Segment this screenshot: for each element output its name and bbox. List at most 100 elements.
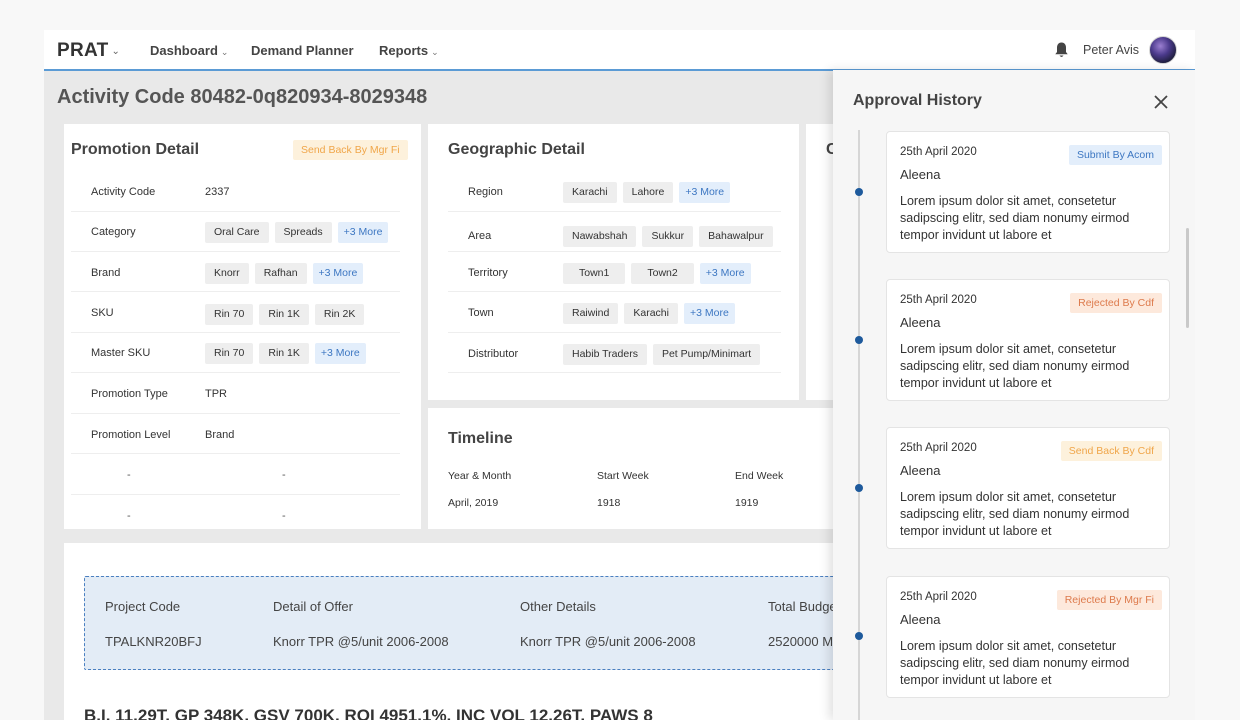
detail-row: Region Karachi Lahore +3 More — [448, 172, 781, 212]
history-card: 25th April 2020 Submit By Acom Aleena Lo… — [886, 131, 1170, 253]
other-details-value: Knorr TPR @5/unit 2006-2008 — [520, 634, 696, 649]
more-chip-button[interactable]: +3 More — [683, 303, 735, 324]
history-name: Aleena — [900, 167, 941, 182]
logo-text: PRAT — [57, 40, 109, 61]
chip: Nawabshah — [563, 226, 637, 247]
chip: Rin 70 — [205, 343, 254, 364]
chip: Oral Care — [205, 222, 269, 243]
chip: Town1 — [563, 263, 626, 284]
history-date: 25th April 2020 — [900, 442, 977, 454]
chip: Sukkur — [642, 226, 694, 247]
chip-group: Habib Traders Pet Pump/Minimart — [563, 344, 766, 365]
row-label: Activity Code — [91, 186, 156, 198]
history-card: 25th April 2020 Rejected By Mgr Fi Aleen… — [886, 576, 1170, 698]
approval-history-panel: Approval History 25th April 2020 Submit … — [833, 70, 1195, 720]
status-badge: Rejected By Cdf — [1070, 293, 1162, 313]
geographic-detail-card: Geographic Detail Region Karachi Lahore +3… — [428, 124, 799, 400]
top-nav: PRAT ⌄ Dashboard ⌄ Demand Planner Reports ⌄… — [44, 30, 1195, 71]
detail-row: SKU Rin 70 Rin 1K Rin 2K — [71, 293, 400, 333]
app-logo[interactable]: PRAT ⌄ — [57, 40, 120, 62]
chip: Habib Traders — [563, 344, 647, 365]
timeline-dot — [855, 484, 863, 492]
empty-value: - — [127, 469, 131, 481]
timeline-start-week: 1918 — [597, 497, 621, 509]
app-frame: PRAT ⌄ Dashboard ⌄ Demand Planner Reports ⌄… — [44, 30, 1195, 720]
timeline-dot — [855, 632, 863, 640]
scrollbar[interactable] — [1186, 228, 1189, 328]
chip-group: Nawabshah Sukkur Bahawalpur — [563, 226, 779, 247]
timeline-header-end-week: End Week — [735, 470, 784, 482]
chip-group: Karachi Lahore +3 More — [563, 182, 731, 203]
chip: Lahore — [622, 182, 674, 203]
history-date: 25th April 2020 — [900, 146, 977, 158]
row-label: Promotion Level — [91, 429, 171, 441]
detail-row: Distributor Habib Traders Pet Pump/Minima… — [448, 333, 781, 373]
chip-group: Knorr Rafhan +3 More — [205, 263, 364, 284]
metrics-summary: B.I. 11.29T, GP 348K, GSV 700K, ROI 4951… — [84, 706, 653, 720]
row-value: TPR — [205, 388, 227, 400]
project-header: Project Code — [105, 599, 181, 614]
close-icon[interactable] — [1151, 92, 1171, 112]
history-comment: Lorem ipsum dolor sit amet, consetetur s… — [900, 639, 1130, 687]
chip: Pet Pump/Minimart — [652, 344, 761, 365]
project-summary-box: Project Code Detail of Offer Other Detai… — [84, 576, 864, 670]
timeline-title: Timeline — [448, 430, 513, 447]
timeline-end-week: 1919 — [735, 497, 759, 509]
history-comment: Lorem ipsum dolor sit amet, consetetur s… — [900, 342, 1130, 390]
row-label: Master SKU — [91, 347, 151, 359]
user-name[interactable]: Peter Avis — [1083, 43, 1139, 57]
detail-row: Territory Town1 Town2 +3 More — [448, 252, 781, 292]
history-name: Aleena — [900, 612, 941, 627]
row-label: Promotion Type — [91, 388, 168, 400]
detail-row: - - — [71, 455, 400, 495]
empty-value: - — [282, 469, 286, 481]
row-label: Area — [468, 230, 492, 242]
geographic-detail-title: Geographic Detail — [448, 141, 585, 158]
chip: Raiwind — [563, 303, 619, 324]
timeline-year-month: April, 2019 — [448, 497, 499, 509]
more-chip-button[interactable]: +3 More — [679, 182, 731, 203]
page-title: Activity Code 80482-0q820934-8029348 — [57, 86, 428, 108]
chevron-down-icon: ⌄ — [220, 47, 229, 57]
timeline-header-year-month: Year & Month — [448, 470, 512, 482]
row-label: Town — [468, 307, 494, 319]
more-chip-button[interactable]: +3 More — [312, 263, 364, 284]
history-card: 25th April 2020 Send Back By Cdf Aleena … — [886, 427, 1170, 549]
history-name: Aleena — [900, 315, 941, 330]
detail-of-offer-value: Knorr TPR @5/unit 2006-2008 — [273, 634, 449, 649]
history-date: 25th April 2020 — [900, 591, 977, 603]
avatar[interactable] — [1149, 36, 1177, 64]
project-header: Other Details — [520, 599, 596, 614]
timeline-header-start-week: Start Week — [597, 470, 649, 482]
chip: Bahawalpur — [699, 226, 773, 247]
nav-demand-planner[interactable]: Demand Planner — [251, 43, 354, 58]
more-chip-button[interactable]: +3 More — [314, 343, 366, 364]
row-label: Territory — [468, 267, 508, 279]
chip-group: Oral Care Spreads +3 More — [205, 222, 389, 243]
approval-history-title: Approval History — [853, 92, 982, 109]
chip-group: Raiwind Karachi +3 More — [563, 303, 735, 324]
promotion-detail-title: Promotion Detail — [71, 141, 200, 158]
nav-dashboard[interactable]: Dashboard ⌄ — [150, 43, 228, 58]
chip: Rin 1K — [259, 343, 309, 364]
timeline-dot — [855, 188, 863, 196]
detail-row: Area Nawabshah Sukkur Bahawalpur — [448, 212, 781, 252]
more-chip-button[interactable]: +3 More — [699, 263, 751, 284]
bell-icon[interactable] — [1053, 41, 1070, 59]
row-label: Brand — [91, 267, 121, 279]
more-chip-button[interactable]: +3 More — [337, 222, 389, 243]
row-label: Distributor — [468, 348, 519, 360]
chip: Karachi — [624, 303, 678, 324]
chevron-down-icon: ⌄ — [111, 46, 121, 57]
promotion-detail-card: Promotion Detail Send Back By Mgr Fi Act… — [64, 124, 421, 529]
detail-row: Master SKU Rin 70 Rin 1K +3 More — [71, 333, 400, 373]
nav-reports[interactable]: Reports ⌄ — [379, 43, 439, 58]
chip: Town2 — [631, 263, 694, 284]
history-comment: Lorem ipsum dolor sit amet, consetetur s… — [900, 194, 1130, 242]
chip-group: Rin 70 Rin 1K Rin 2K — [205, 304, 370, 325]
project-header: Total Budget — [768, 599, 841, 614]
history-comment: Lorem ipsum dolor sit amet, consetetur s… — [900, 490, 1130, 538]
row-label: Region — [468, 186, 503, 198]
empty-value: - — [127, 510, 131, 522]
detail-row: - - — [71, 495, 400, 535]
